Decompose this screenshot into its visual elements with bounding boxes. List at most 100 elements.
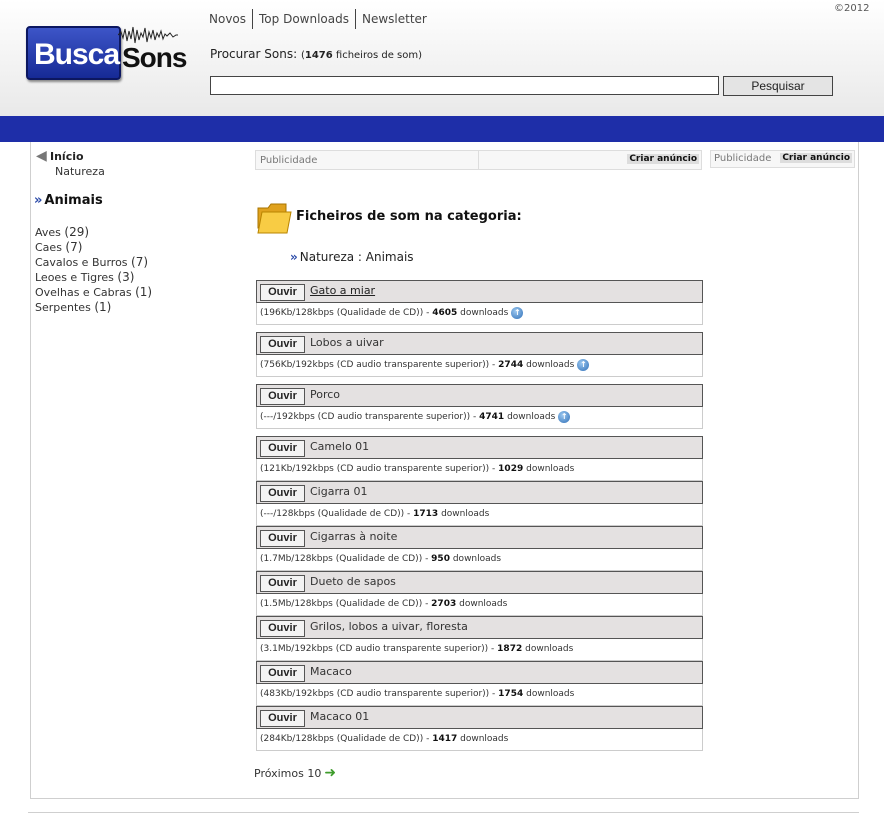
play-button[interactable]: Ouvir [260, 388, 305, 405]
sound-meta: (1.7Mb/128kbps (Qualidade de CD)) - [260, 554, 432, 564]
sidebar-subcategory-item[interactable]: Caes (7) [35, 240, 152, 255]
back-arrow-icon: ◀ [36, 148, 47, 164]
search-label: Procurar Sons: (1476 ficheiros de som) [210, 47, 422, 61]
sound-meta: (1.5Mb/128kbps (Qualidade de CD)) - [260, 599, 432, 609]
sound-item: Ouvir Macaco 01 (284Kb/128kbps (Qualidade … [256, 706, 703, 751]
sound-title-link[interactable]: Camelo 01 [310, 440, 369, 453]
sidebar-subcategory-count: (7) [131, 255, 149, 269]
file-count: (1476 ficheiros de som) [301, 50, 422, 61]
sound-item-info: (284Kb/128kbps (Qualidade de CD)) - 1417… [256, 729, 703, 751]
sound-title-link[interactable]: Cigarras à noite [310, 530, 397, 543]
sound-item: Ouvir Gato a miar (196Kb/128kbps (Qualidad… [256, 280, 703, 325]
play-button[interactable]: Ouvir [260, 530, 305, 547]
play-button[interactable]: Ouvir [260, 485, 305, 502]
downloads-label: downloads [526, 689, 575, 699]
sound-title-link[interactable]: Dueto de sapos [310, 575, 396, 588]
breadcrumb-home-label: Início [50, 150, 84, 163]
sound-title-link[interactable]: Porco [310, 388, 340, 401]
sound-item-info: (121Kb/192kbps (CD audio transparente su… [256, 459, 703, 481]
nav-newsletter[interactable]: Newsletter [356, 10, 433, 29]
logo-badge: Busca [26, 26, 121, 80]
sound-item: Ouvir Dueto de sapos (1.5Mb/128kbps (Quali… [256, 571, 703, 616]
sidebar-subcategory-count: (1) [94, 300, 112, 314]
sidebar-subcategory-item[interactable]: Cavalos e Burros (7) [35, 255, 152, 270]
sidebar-subcategory-item[interactable]: Ovelhas e Cabras (1) [35, 285, 152, 300]
play-button[interactable]: Ouvir [260, 665, 305, 682]
sound-item-header: Ouvir Grilos, lobos a uivar, floresta [256, 616, 703, 639]
sidebar-subcategory-count: (1) [135, 285, 153, 299]
sidebar-subcategory-list: Aves (29) Caes (7) Cavalos e Burros (7) Leo… [35, 225, 152, 315]
sidebar-subcategory-item[interactable]: Leoes e Tigres (3) [35, 270, 152, 285]
download-count: 4741 [479, 412, 505, 422]
ad-label: Publicidade [714, 153, 772, 164]
sound-item: Ouvir Porco (---/192kbps (CD audio transpa… [256, 384, 703, 429]
sound-item-info: (756Kb/192kbps (CD audio transparente su… [256, 355, 703, 377]
download-count: 2744 [498, 360, 524, 370]
sidebar-subcategory-item[interactable]: Aves (29) [35, 225, 152, 240]
sidebar-subcategory-item[interactable]: Serpentes (1) [35, 300, 152, 315]
play-button[interactable]: Ouvir [260, 284, 305, 301]
arrow-up-circle-icon[interactable]: ↑ [511, 306, 524, 319]
download-count: 4605 [432, 308, 458, 318]
sound-item: Ouvir Lobos a uivar (756Kb/192kbps (CD aud… [256, 332, 703, 377]
sound-title-link[interactable]: Lobos a uivar [310, 336, 384, 349]
download-count: 1754 [498, 689, 524, 699]
next-page-link[interactable]: Próximos 10 ➜ [254, 765, 336, 781]
arrow-up-circle-icon[interactable]: ↑ [558, 410, 571, 423]
play-button[interactable]: Ouvir [260, 710, 305, 727]
sound-item-header: Ouvir Cigarra 01 [256, 481, 703, 504]
logo-text-busca: Busca [34, 38, 120, 71]
breadcrumb-home[interactable]: ◀ Início [36, 148, 84, 164]
sound-item-info: (1.7Mb/128kbps (Qualidade de CD)) - 950 … [256, 549, 703, 571]
sound-title-link[interactable]: Grilos, lobos a uivar, floresta [310, 620, 468, 633]
sidebar-subcategory-count: (29) [64, 225, 90, 239]
create-ad-button[interactable]: Criar anúncio [780, 153, 852, 163]
downloads-label: downloads [452, 554, 502, 564]
ad-divider [478, 151, 479, 169]
category-path-text: Natureza : Animais [299, 250, 414, 264]
copyright: ©2012 [834, 3, 870, 14]
sound-item: Ouvir Camelo 01 (121Kb/192kbps (CD audio t… [256, 436, 703, 481]
sound-item-info: (483Kb/192kbps (CD audio transparente su… [256, 684, 703, 706]
breadcrumb-natureza[interactable]: Natureza [55, 165, 105, 178]
create-ad-button[interactable]: Criar anúncio [627, 154, 699, 164]
sound-item-info: (1.5Mb/128kbps (Qualidade de CD)) - 2703… [256, 594, 703, 616]
ad-label: Publicidade [260, 155, 318, 166]
nav-novos[interactable]: Novos [209, 10, 252, 29]
category-heading: Ficheiros de som na categoria: [296, 209, 522, 224]
download-count: 1872 [497, 644, 523, 654]
sound-title-link[interactable]: Cigarra 01 [310, 485, 368, 498]
play-button[interactable]: Ouvir [260, 440, 305, 457]
sidebar-subcategory-label: Cavalos e Burros [35, 256, 128, 269]
folder-icon [257, 203, 292, 234]
sound-meta: (196Kb/128kbps (Qualidade de CD)) - [260, 308, 433, 318]
sound-meta: (483Kb/192kbps (CD audio transparente su… [260, 689, 499, 699]
sound-meta: (284Kb/128kbps (Qualidade de CD)) - [260, 734, 433, 744]
site-logo[interactable]: Busca Sons [26, 24, 187, 82]
sound-item-header: Ouvir Lobos a uivar [256, 332, 703, 355]
play-button[interactable]: Ouvir [260, 336, 305, 353]
downloads-label: downloads [441, 509, 490, 519]
search-label-text: Procurar Sons: [210, 47, 298, 61]
downloads-label: downloads [507, 412, 556, 422]
search-input[interactable] [210, 76, 719, 95]
sound-item: Ouvir Macaco (483Kb/192kbps (CD audio tran… [256, 661, 703, 706]
sidebar-subcategory-count: (7) [65, 240, 83, 254]
file-count-suffix: ficheiros de som) [332, 50, 423, 61]
next-arrow-icon: ➜ [324, 765, 337, 781]
play-button[interactable]: Ouvir [260, 620, 305, 637]
search-button[interactable]: Pesquisar [723, 76, 833, 96]
double-chevron-icon: » [34, 193, 43, 208]
footer-divider [28, 812, 859, 813]
nav-top-downloads[interactable]: Top Downloads [253, 10, 355, 29]
sound-title-link[interactable]: Macaco 01 [310, 710, 369, 723]
arrow-up-circle-icon[interactable]: ↑ [577, 358, 590, 371]
downloads-label: downloads [526, 360, 575, 370]
next-page-label: Próximos 10 [254, 767, 322, 780]
sidebar-subcategory-label: Leoes e Tigres [35, 271, 114, 284]
sound-title-link[interactable]: Macaco [310, 665, 352, 678]
play-button[interactable]: Ouvir [260, 575, 305, 592]
sound-title-link[interactable]: Gato a miar [310, 284, 375, 297]
sound-item: Ouvir Cigarras à noite (1.7Mb/128kbps (Qua… [256, 526, 703, 571]
sidebar-subcategory-label: Serpentes [35, 301, 91, 314]
